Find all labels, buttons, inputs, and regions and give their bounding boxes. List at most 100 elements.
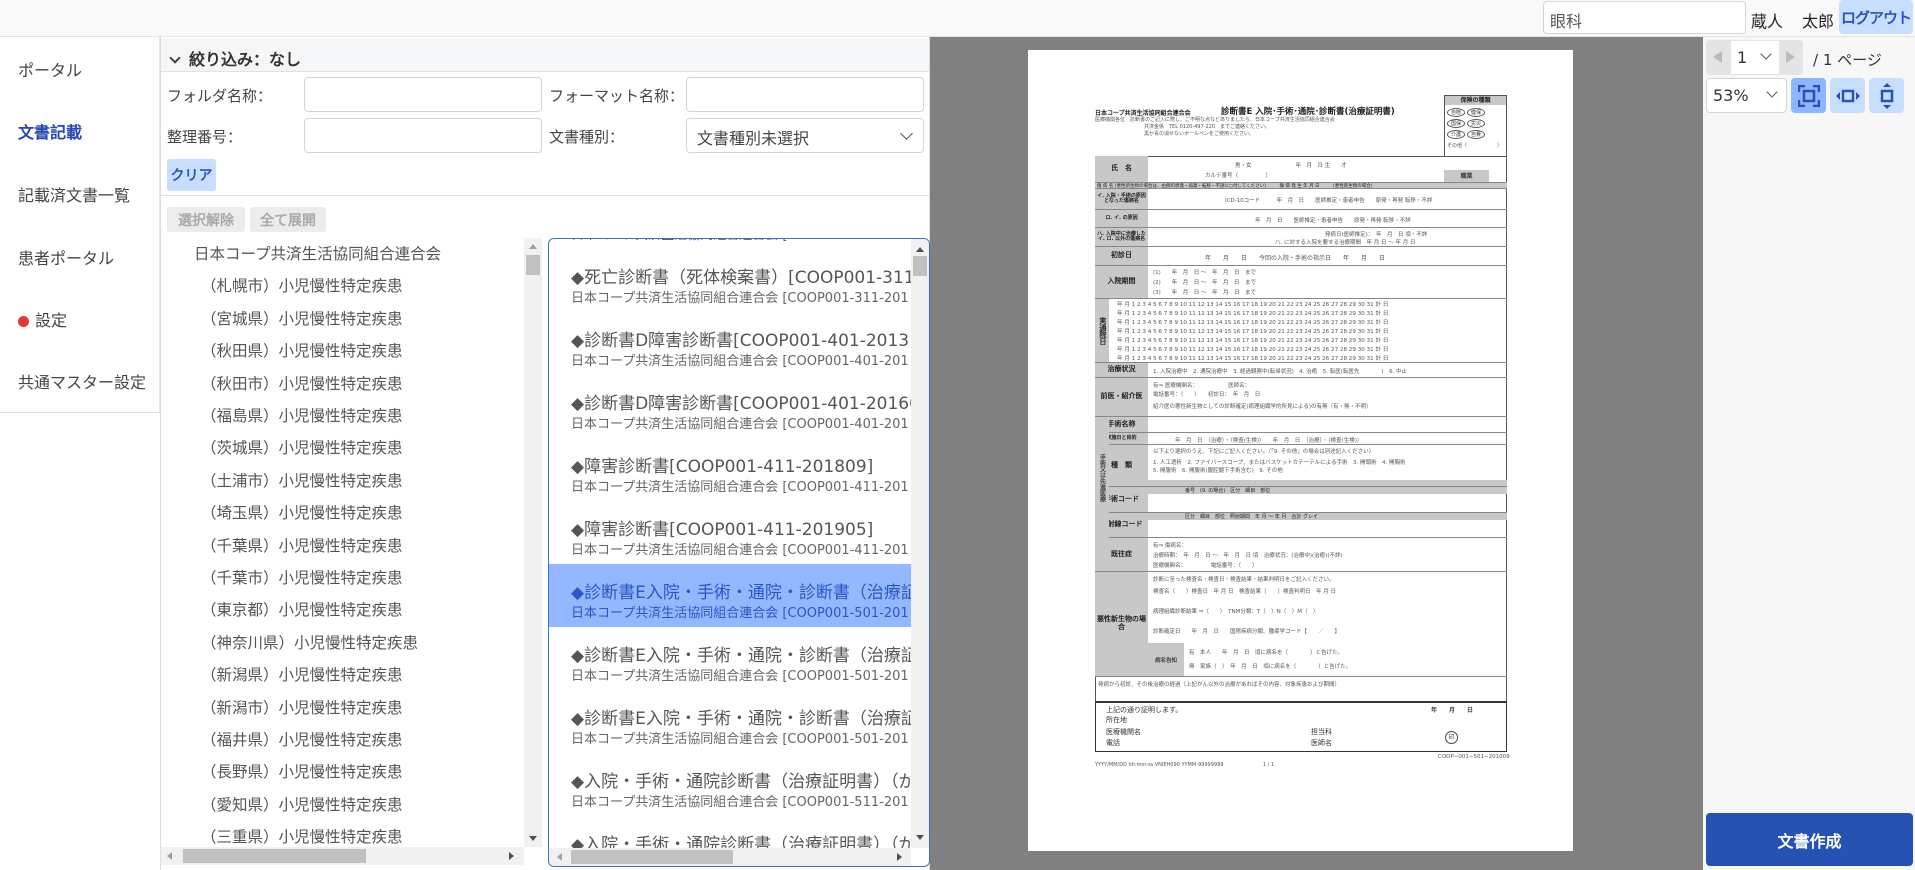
- expand-all-button[interactable]: 全て展開: [250, 207, 326, 232]
- format-title: ◆診断書D障害診断書[COOP001-401-20131: [571, 331, 911, 351]
- tree-horizontal-scrollbar[interactable]: [161, 847, 524, 865]
- row-text: 診断に至った検査名・検査日・検査結果・結果判明日をご記入ください。: [1153, 577, 1335, 583]
- tree-folder-item[interactable]: （秋田県）小児慢性特定疾患: [201, 339, 403, 361]
- next-page-icon[interactable]: [1786, 51, 1795, 63]
- tree-folder-item[interactable]: （札幌市）小児慢性特定疾患: [201, 274, 403, 296]
- filter-toggle[interactable]: 絞り込み：なし: [161, 39, 929, 72]
- scroll-left-icon[interactable]: [167, 852, 172, 860]
- row-text: 有⇒ 傷病名：: [1153, 543, 1187, 549]
- sidebar-item-document-entry[interactable]: 文書記載: [18, 119, 82, 143]
- sidebar-item-settings[interactable]: 設定: [18, 307, 67, 331]
- insurance-type-title: 保険の種類: [1445, 96, 1506, 105]
- tree-vertical-scrollbar[interactable]: [524, 238, 542, 847]
- scroll-thumb[interactable]: [913, 256, 927, 276]
- scroll-up-icon[interactable]: [529, 244, 537, 249]
- format-list-item[interactable]: ◆診断書D障害診断書[COOP001-401-20160 日本コープ共済生活協同組…: [549, 375, 911, 438]
- fit-height-button[interactable]: [1869, 78, 1904, 113]
- format-list-item[interactable]: ◆診断書E入院・手術・通院・診断書（治療証明 日本コープ共済生活協同組合連合会 […: [549, 564, 911, 627]
- tree-folder-item[interactable]: （愛知県）小児慢性特定疾患: [201, 793, 403, 815]
- tree-folder-item[interactable]: （千葉県）小児慢性特定疾患: [201, 534, 403, 556]
- form-note: 医療機関各位 診断書のご記入に際し、ご不明な点などありましたら、日本コープ共済生…: [1095, 117, 1335, 123]
- format-list-item[interactable]: ◆死亡診断書（死体検案書）[COOP001-311 日本コープ共済生活協同組合連合…: [549, 249, 911, 312]
- logout-button[interactable]: ログアウト: [1839, 0, 1913, 34]
- visit-days-row: 年 月 1 2 3 4 5 6 7 8 9 10 11 12 13 14 15 …: [1117, 302, 1389, 308]
- sidebar-item-common-master[interactable]: 共通マスター設定: [18, 369, 146, 393]
- tree-folder-item[interactable]: （三重県）小児慢性特定疾患: [201, 825, 403, 847]
- row-text: 年 月 日 医師推定・患者申告 原発・再発 転移・不詳: [1255, 218, 1411, 224]
- folder-name-label: フォルダ名称：: [167, 87, 273, 105]
- format-list-item[interactable]: ◆診断書D障害診断書[COOP001-401-20131 日本コープ共済生活協同組…: [549, 312, 911, 375]
- reference-number-input[interactable]: [304, 118, 542, 153]
- cert-doctor-label: 医師名: [1311, 739, 1332, 747]
- scroll-up-icon[interactable]: [916, 247, 924, 252]
- scroll-right-icon[interactable]: [897, 853, 902, 861]
- scroll-thumb[interactable]: [526, 255, 540, 275]
- tree-folder-item[interactable]: （福島県）小児慢性特定疾患: [201, 404, 403, 426]
- sidebar-item-written-documents[interactable]: 記載済文書一覧: [18, 182, 130, 206]
- form-row-radiation-code: 放射線コード 区分 細目 部位 照射期間 年 月 ～ 年 月 合計 グレイ: [1095, 513, 1507, 538]
- folder-name-input[interactable]: [304, 77, 542, 112]
- form-row-surgery-name: 手術名称: [1095, 417, 1507, 433]
- row-text: 病理組織診断結果 ⇒（ ） TNM分類：T（ ）N（ ）M（ ）: [1153, 609, 1319, 615]
- tree-folder-item[interactable]: （長野県）小児慢性特定疾患: [201, 760, 403, 782]
- seal-icon: 印: [1445, 731, 1458, 744]
- format-list-item[interactable]: ◆診断書E入院・手術・通院・診断書（治療証明 日本コープ共済生活協同組合連合会 […: [549, 690, 911, 753]
- fit-width-button[interactable]: [1830, 78, 1865, 113]
- format-list: ◆死亡診断書[COOP001-311-201日本コープ共済生活協同組合連合会 […: [548, 238, 930, 867]
- department-field[interactable]: 眼科: [1543, 1, 1746, 34]
- zoom-select[interactable]: 53%: [1706, 78, 1787, 113]
- tree-folder-item[interactable]: （埼玉県）小児慢性特定疾患: [201, 501, 403, 523]
- tree-folder-item[interactable]: （千葉市）小児慢性特定疾患: [201, 566, 403, 588]
- scroll-down-icon[interactable]: [529, 836, 537, 841]
- format-publisher: 日本コープ共済生活協同組合連合会 [COOP001-511-201: [571, 795, 909, 810]
- previous-page-icon[interactable]: [1713, 51, 1722, 63]
- format-list-item[interactable]: ◆死亡診断書[COOP001-311-201日本コープ共済生活協同組合連合会 […: [549, 239, 911, 249]
- list-vertical-scrollbar[interactable]: [911, 239, 929, 848]
- deselect-button[interactable]: 選択解除: [167, 207, 245, 232]
- scroll-left-icon[interactable]: [557, 853, 562, 861]
- format-list-item[interactable]: ◆障害診断書[COOP001-411-201809] 日本コープ共済生活協同組合連…: [549, 438, 911, 501]
- format-publisher: 日本コープ共済生活協同組合連合会 [COOP001-501-201: [571, 669, 909, 684]
- list-horizontal-scrollbar[interactable]: [549, 848, 911, 866]
- tree-folder-item[interactable]: （新潟県）小児慢性特定疾患: [201, 663, 403, 685]
- row-text: 1. 人工透析 2. ファイバースコープ、またはバスケットカテーテルによる手術 …: [1153, 460, 1406, 466]
- row-text: 無 家族（ ） 年 月 日 頃に病名を（ ）と告げた。: [1189, 664, 1352, 670]
- tree-folder-item[interactable]: （新潟市）小児慢性特定疾患: [201, 696, 403, 718]
- format-list-item[interactable]: ◆診断書E入院・手術・通院・診断書（治療証明 日本コープ共済生活協同組合連合会 […: [549, 627, 911, 690]
- tree-folder-item[interactable]: （茨城県）小児慢性特定疾患: [201, 436, 403, 458]
- row-text: 電話番号：（ ） 初診日： 年 月 日: [1153, 392, 1261, 398]
- format-name-label: フォーマット名称：: [549, 87, 685, 105]
- document-type-select[interactable]: 文書種別未選択: [686, 118, 924, 153]
- scroll-down-icon[interactable]: [916, 835, 924, 840]
- tree-folder-item[interactable]: （神奈川県）小児慢性特定疾患: [201, 631, 418, 653]
- tree-folder-item[interactable]: （土浦市）小児慢性特定疾患: [201, 469, 403, 491]
- sidebar-item-portal[interactable]: ポータル: [18, 57, 82, 81]
- insurance-option: 健保: [1467, 108, 1485, 117]
- scroll-thumb[interactable]: [183, 849, 366, 863]
- tree-folder-item[interactable]: （秋田市）小児慢性特定疾患: [201, 372, 403, 394]
- tree-folder-item[interactable]: （福井県）小児慢性特定疾患: [201, 728, 403, 750]
- tree-folder-item[interactable]: （東京都）小児慢性特定疾患: [201, 598, 403, 620]
- format-list-item[interactable]: ◆入院・手術・通院診断書（治療証明書）（が日本コープ共済生活協同組合連合会 [C…: [549, 753, 911, 816]
- tree-folder-item[interactable]: （宮城県）小児慢性特定疾患: [201, 307, 403, 329]
- format-name-input[interactable]: [686, 77, 924, 112]
- row-label: ロ. イ. の原因: [1095, 210, 1148, 227]
- format-list-item[interactable]: ◆障害診断書[COOP001-411-201905] 日本コープ共済生活協同組合連…: [549, 501, 911, 564]
- sidebar-item-patient-portal[interactable]: 患者ポータル: [18, 245, 114, 269]
- scroll-thumb[interactable]: [571, 850, 733, 864]
- insurance-type-box: 保険の種類 自賠 健保 国保 労災 介護 自費 その他（ ）: [1444, 95, 1507, 157]
- cert-date: 年 月 日: [1431, 707, 1474, 714]
- tree-folder-root[interactable]: 日本コープ共済生活協同組合連合会: [194, 242, 441, 264]
- cert-text: 上記の通り証明します。: [1106, 706, 1183, 714]
- row-text: 区分 細目 部位 照射期間 年 月 ～ 年 月 合計 グレイ: [1185, 514, 1318, 520]
- surgery-group-label: 手術又は先進医療: [1095, 417, 1109, 538]
- page-select[interactable]: 1: [1731, 41, 1779, 74]
- scroll-right-icon[interactable]: [509, 852, 514, 860]
- create-document-button[interactable]: 文書作成: [1706, 813, 1913, 866]
- occupation-label: 職業: [1444, 170, 1489, 182]
- clear-button[interactable]: クリア: [167, 159, 216, 191]
- visit-days-row: 年 月 1 2 3 4 5 6 7 8 9 10 11 12 13 14 15 …: [1117, 356, 1389, 362]
- row-text: ICD-10コード 年 月 日 医師推定・患者申告 原発・再発 転移・不詳: [1225, 198, 1433, 204]
- visit-days-row: 年 月 1 2 3 4 5 6 7 8 9 10 11 12 13 14 15 …: [1117, 320, 1389, 326]
- fit-page-button[interactable]: [1791, 78, 1826, 113]
